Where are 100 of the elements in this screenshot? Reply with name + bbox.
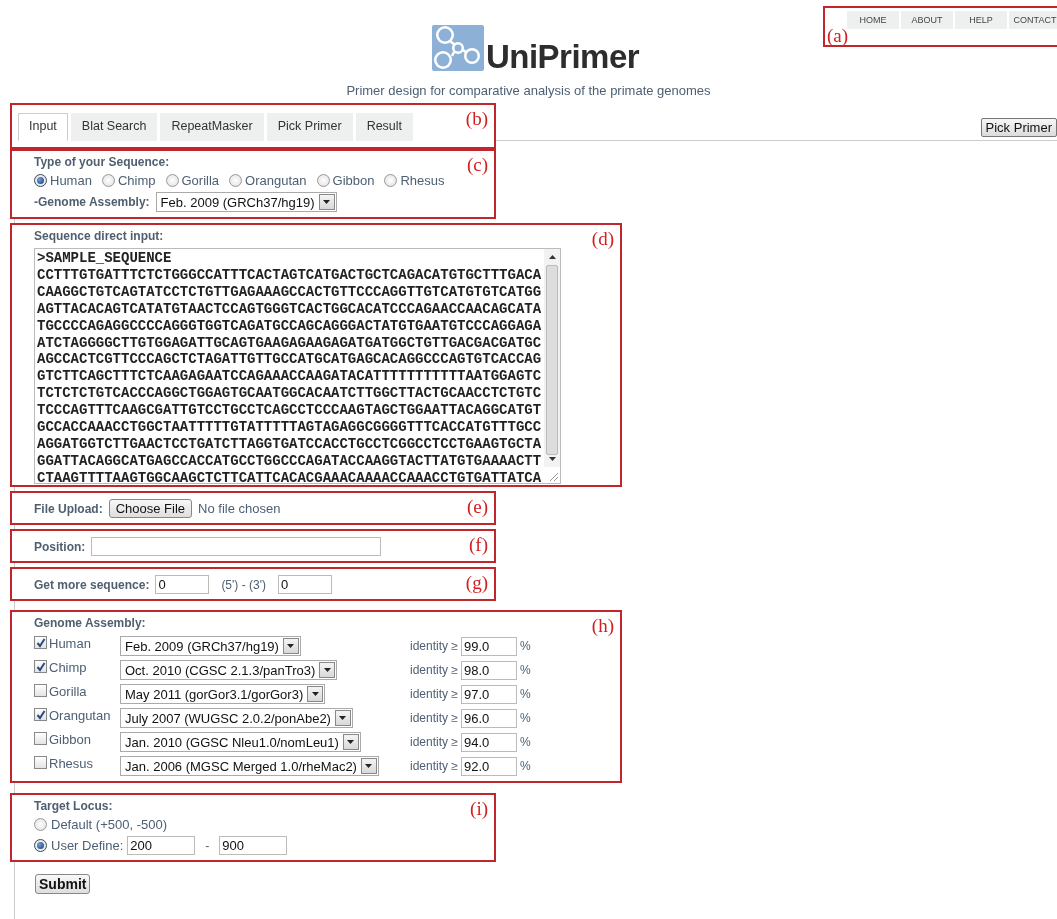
tab[interactable]: Input (18, 113, 68, 141)
logo-text: UniPrimer (485, 40, 640, 73)
checkbox[interactable] (34, 684, 47, 697)
species-label: Gibbon (49, 732, 91, 747)
upstream-field[interactable]: 0 (155, 575, 210, 594)
radio-button[interactable] (34, 174, 47, 187)
choose-file-button[interactable]: Choose File (108, 499, 193, 518)
species-label: Rhesus (49, 756, 94, 771)
checkbox[interactable] (34, 636, 47, 649)
callout-label: (a) (827, 26, 849, 45)
assembly-dropdown[interactable]: Jan. 2010 (GGSC Nleu1.0/nomLeu1) (120, 732, 361, 752)
section-label: Sequence direct input: (34, 229, 164, 243)
option-label: Rhesus (400, 173, 445, 188)
caret-icon (339, 716, 347, 720)
caret-icon (287, 644, 295, 648)
species-label: Human (49, 636, 91, 651)
submit-button[interactable]: Submit (35, 874, 91, 894)
callout-label: (i) (470, 799, 488, 818)
scrollbar[interactable] (544, 249, 560, 467)
unit-label: % (519, 639, 531, 653)
tab[interactable]: RepeatMasker (160, 113, 264, 141)
separator-text: (5') - (3') (221, 577, 266, 592)
radio-button[interactable] (34, 818, 47, 831)
callout-label: (b) (465, 109, 488, 128)
radio-button[interactable] (384, 174, 398, 187)
option-label: Chimp (117, 173, 156, 188)
nav-link[interactable]: HOME (847, 11, 899, 29)
identity-label: identity ≥ (410, 663, 458, 677)
identity-label: identity ≥ (410, 639, 458, 653)
caret-icon (347, 740, 355, 744)
radio-button[interactable] (165, 174, 179, 187)
nav-link[interactable]: ABOUT (901, 11, 953, 29)
identity-field[interactable]: 99.0 (460, 636, 517, 656)
field-label: Position: (34, 539, 86, 554)
species-label: Gorilla (49, 684, 87, 699)
option-label: User Define: (51, 838, 124, 853)
callout-label: (f) (469, 535, 488, 554)
assembly-dropdown[interactable]: Jan. 2006 (MGSC Merged 1.0/rheMac2) (120, 756, 379, 776)
unit-label: % (519, 687, 531, 701)
identity-field[interactable]: 97.0 (460, 684, 517, 704)
section-label: Type of your Sequence: (34, 155, 170, 169)
callout-label: (g) (465, 573, 488, 592)
option-label: Default (+500, -500) (51, 817, 167, 832)
identity-field[interactable]: 98.0 (460, 660, 517, 680)
assembly-dropdown[interactable]: Feb. 2009 (GRCh37/hg19) (155, 192, 337, 212)
identity-label: identity ≥ (410, 711, 458, 725)
identity-field[interactable]: 92.0 (460, 756, 517, 776)
caret-icon (323, 200, 331, 204)
pick-primer-button[interactable]: Pick Primer (980, 118, 1057, 137)
identity-field[interactable]: 96.0 (460, 708, 517, 728)
unit-label: % (519, 711, 531, 725)
callout-label: (e) (466, 497, 488, 516)
unit-label: % (519, 759, 531, 773)
scroll-up-icon[interactable] (548, 255, 556, 259)
option-label: Gorilla (181, 173, 220, 188)
tab[interactable]: Blat Search (70, 113, 158, 141)
nav-link[interactable]: CONTACT (1009, 11, 1057, 29)
subtitle: Primer design for comparative analysis of the primate genomes (346, 83, 711, 98)
species-label: Orangutan (49, 708, 111, 723)
logo-icon (431, 25, 484, 71)
identity-label: identity ≥ (410, 735, 458, 749)
assembly-dropdown[interactable]: May 2011 (gorGor3.1/gorGor3) (120, 684, 326, 704)
callout-label: (c) (466, 155, 488, 174)
checkbox[interactable] (34, 756, 47, 769)
assembly-dropdown[interactable]: Oct. 2010 (CGSC 2.1.3/panTro3) (120, 660, 338, 680)
file-status: No file chosen (198, 501, 281, 516)
unit-label: % (519, 735, 531, 749)
radio-button[interactable] (229, 174, 243, 187)
caret-icon (311, 692, 319, 696)
checkbox[interactable] (34, 708, 47, 721)
unit-label: % (519, 663, 531, 677)
range-end-field[interactable]: 900 (219, 836, 288, 855)
resize-grip-icon[interactable] (549, 472, 558, 481)
radio-button[interactable] (101, 174, 115, 187)
caret-icon (323, 668, 331, 672)
option-label: Human (50, 173, 92, 188)
radio-button[interactable] (34, 839, 47, 852)
assembly-dropdown[interactable]: July 2007 (WUGSC 2.0.2/ponAbe2) (120, 708, 353, 728)
caret-icon (365, 764, 373, 768)
checkbox[interactable] (34, 732, 47, 745)
downstream-field[interactable]: 0 (277, 575, 332, 594)
checkbox[interactable] (34, 660, 47, 673)
identity-label: identity ≥ (410, 687, 458, 701)
radio-button[interactable] (316, 174, 330, 187)
section-label: Target Locus: (34, 799, 113, 813)
option-label: Gibbon (332, 173, 375, 188)
dash-text: - (205, 838, 210, 853)
identity-field[interactable]: 94.0 (460, 732, 517, 752)
tab[interactable]: Pick Primer (266, 113, 353, 141)
option-label: Orangutan (245, 173, 307, 188)
scroll-down-icon[interactable] (548, 457, 556, 461)
range-start-field[interactable]: 200 (127, 836, 196, 855)
callout-label: (h) (591, 616, 614, 635)
assembly-dropdown[interactable]: Feb. 2009 (GRCh37/hg19) (120, 636, 301, 656)
field-label: File Upload: (34, 501, 103, 516)
tab[interactable]: Result (355, 113, 414, 141)
sequence-field[interactable]: >SAMPLE_SEQUENCE CCTTTGTGATTTCTCTGGGCCATTTCACTAGTCATGACTGCTCAGACATGTGCTTTGACA CAAGGCTGTCAGTATCCTCTGTTGAGAAAGCCACTGTTCCCAGGTTGTCATGTGTCATGG AGTTACACAGTCATATGTAACTCCAGTGGGTCACTGGCACATCCCAGAACCAACAGCATA TGCCCCAGAGGCCCCAGGGTGGTCAGATGCCAGCAGGGACTATGTGAATGTCCCAGGAGA ATCTAGGGGCTTGTGGAGATTGCAGTGAAGAGAAGAGATGATGGCTGTTGACGACGATGC AGCCACTCGTTCCCAGCTCTAGATTGTTGCCATGCATGAGCACAGGCCCAGTGTCACCAG GTCTTCAGCTTTCTCAAGAGAATCCAGAAACCAAGATACATTTTTTTTTTTAATGGAGTC TCTCTCTGTCACCCAGGCTGGAGTGCAATGGCACAATCTTGGCTTACTGCAACCTCTGTC TCCCAGTTTCAAGCGATTGTCCTGCCTCAGCCTCCCAAGTAGCTGGAATTACAGGCATGT GCCACCAAACCTGGCTAATTTTTGTATTTTTAGTAGAGGCGGGGTTTCACCATGTTTGCC AGGATGGTCTTGAACTCCTGATCTTAGGTGATCCACCTGCCTCGGCCTCCTGAAGTGCTA GGATTACAGGCATGAGCCACCATGCCTGGCCCAGATACCAAGGTACTTATGTGAAAACTT CTAAGTTTTAAGTGGCAAGCTCTTCATTCACACGAAACAAAACCAAACCTGTGATTATCA (34, 248, 561, 484)
position-field[interactable] (91, 537, 382, 556)
callout-label: (d) (591, 229, 614, 248)
nav-link[interactable]: HELP (955, 11, 1007, 29)
